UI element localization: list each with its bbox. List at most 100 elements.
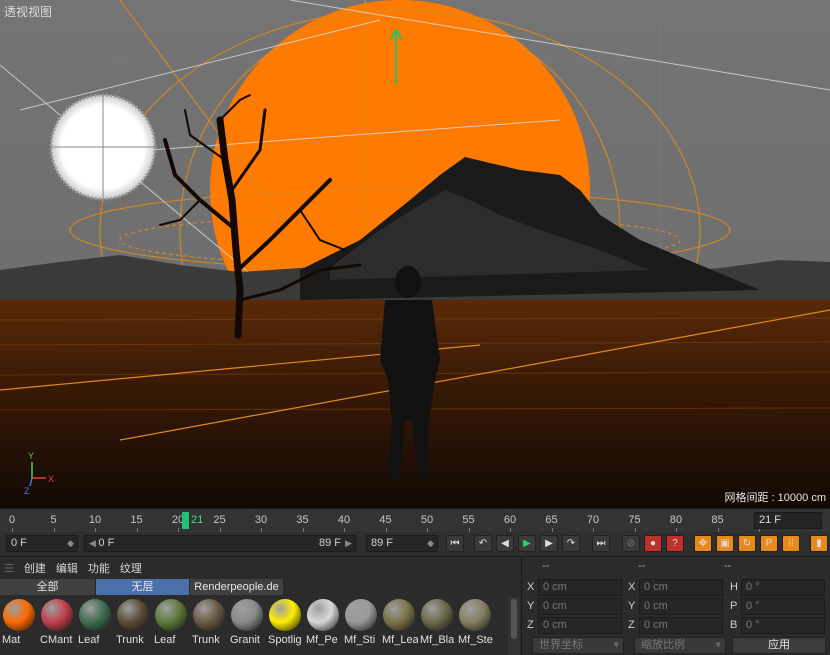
film-strip-button[interactable]: ▮ <box>810 535 828 552</box>
timeline-tick-label: 35 <box>296 514 309 526</box>
position-axis-label: Z <box>527 619 534 631</box>
material-preview-ball <box>345 599 377 631</box>
transport-bar: 0 F ◆ ◀ 0 F 89 F ▶ 89 F ◆ ⏮ ↶ ◀ ▶ ▶ ↷ ⏭ ⊘ ●… <box>0 532 830 556</box>
menu-texture[interactable]: 纹理 <box>120 560 142 576</box>
coordinates-manager: -- -- -- X0 cm X 0 cm H 0 ° Y 0 cm Y 0 cm P 0 ° Z 0 … <box>521 556 830 655</box>
material-preview-ball <box>383 599 415 631</box>
step-back-button[interactable]: ◀ <box>496 535 514 552</box>
material-swatch[interactable]: CMant <box>38 597 75 655</box>
current-frame-field[interactable]: 21 F <box>754 512 822 529</box>
timeline-tick-label: 15 <box>130 514 143 526</box>
position-header: -- <box>542 560 550 572</box>
timeline-tick-label: 50 <box>420 514 434 526</box>
material-preview-ball <box>155 599 187 631</box>
play-button[interactable]: ▶ <box>518 535 536 552</box>
size-value-field[interactable]: 0 cm <box>639 598 723 615</box>
record-keys-button[interactable]: ⊘ <box>622 535 640 552</box>
material-label: Mat <box>2 634 21 646</box>
world-coordinates-select[interactable]: 世界坐标 ▾ <box>532 637 624 654</box>
size-header: -- <box>638 560 646 572</box>
material-label: Mf_Ste <box>458 634 493 646</box>
filter-all[interactable]: 全部 <box>0 579 96 595</box>
material-label: Leaf <box>78 634 100 646</box>
scrollbar-thumb[interactable] <box>511 599 517 639</box>
go-to-start-button[interactable]: ⏮ <box>446 535 464 552</box>
material-swatch[interactable]: Spotlig <box>266 597 303 655</box>
perspective-viewport[interactable]: Y X Z 透视视图 网格间距 : 10000 cm <box>0 0 830 508</box>
dropdown-arrow-icon: ▾ <box>613 639 619 651</box>
scale-mode-select[interactable]: 缩放比例 ▾ <box>634 637 726 654</box>
material-swatch[interactable]: Mf_Sti <box>342 597 379 655</box>
material-swatch[interactable]: Leaf <box>76 597 113 655</box>
timeline-tick-label: 10 <box>88 514 102 526</box>
end-frame-field[interactable]: 89 F ◆ <box>366 535 438 552</box>
menu-create[interactable]: 创建 <box>24 560 46 576</box>
param-key-button[interactable]: P <box>760 535 778 552</box>
menu-function[interactable]: 功能 <box>88 560 110 576</box>
timeline-tick-label: 5 <box>50 514 57 526</box>
material-swatch[interactable]: Granit <box>228 597 265 655</box>
timeline-tick-label: 40 <box>337 514 351 526</box>
next-key-button[interactable]: ↷ <box>562 535 580 552</box>
menu-edit[interactable]: 编辑 <box>56 560 78 576</box>
rotation-value-field[interactable]: 0 ° <box>741 579 825 596</box>
move-key-button[interactable]: ✥ <box>694 535 712 552</box>
material-preview-ball <box>79 599 111 631</box>
auto-key-button[interactable]: ● <box>644 535 662 552</box>
viewport-title[interactable]: 透视视图 <box>4 3 52 20</box>
previous-key-button[interactable]: ↶ <box>474 535 492 552</box>
coord-row: Y0 cm Y 0 cm P 0 ° <box>522 598 830 615</box>
range-end-label: 89 F <box>318 537 341 549</box>
current-frame-label: 21 <box>191 514 204 526</box>
material-label: Mf_Bla <box>420 634 455 646</box>
panel-grip-icon: ☰ <box>4 562 14 575</box>
material-swatch[interactable]: Mat <box>0 597 37 655</box>
position-value-field[interactable]: 0 cm <box>538 617 622 634</box>
material-swatch-list: Mat CMant Leaf Trunk Leaf Trunk Granit Spotlig M… <box>0 597 493 655</box>
material-swatch[interactable]: Mf_Lea <box>380 597 418 655</box>
material-swatch[interactable]: Leaf <box>152 597 189 655</box>
axis-x-label: X <box>48 474 54 484</box>
rotation-value-field[interactable]: 0 ° <box>741 598 825 615</box>
material-swatch[interactable]: Trunk <box>114 597 151 655</box>
material-preview-ball <box>117 599 149 631</box>
rotate-key-button[interactable]: ↻ <box>738 535 756 552</box>
size-value-field[interactable]: 0 cm <box>639 617 723 634</box>
frame-range-slider[interactable]: ◀ 0 F 89 F ▶ <box>84 535 356 552</box>
apply-button[interactable]: 应用 <box>732 637 826 654</box>
range-arrow-right-icon: ▶ <box>345 538 352 548</box>
material-preview-ball <box>307 599 339 631</box>
coord-row: X0 cm X 0 cm H 0 ° <box>522 579 830 596</box>
filter-no-layer[interactable]: 无层 <box>96 579 190 595</box>
size-value-field[interactable]: 0 cm <box>639 579 723 596</box>
stepper-icon: ◆ <box>67 538 74 548</box>
material-label: Leaf <box>154 634 176 646</box>
timeline-tick-label: 55 <box>462 514 475 526</box>
pla-key-button[interactable]: ⁞⁞ <box>782 535 800 552</box>
size-axis-label: Y <box>628 600 636 612</box>
material-manager: ☰ 创建 编辑 功能 纹理 全部 无层 Renderpeople.de Mat C… <box>0 556 520 655</box>
rotation-value-field[interactable]: 0 ° <box>741 617 825 634</box>
timeline-ruler[interactable]: 05101520253035404550556065707580859 21 2… <box>0 508 830 532</box>
range-start-label: 0 F <box>98 537 115 549</box>
material-label: Mf_Pe <box>306 634 338 646</box>
start-frame-field[interactable]: 0 F ◆ <box>6 535 78 552</box>
step-forward-button[interactable]: ▶ <box>540 535 558 552</box>
material-scrollbar[interactable] <box>508 597 520 655</box>
timeline-tick-label: 45 <box>379 514 392 526</box>
playhead-marker[interactable] <box>182 512 189 529</box>
stepper-icon: ◆ <box>427 538 434 548</box>
material-swatch[interactable]: Mf_Pe <box>304 597 341 655</box>
material-label: Trunk <box>116 634 144 646</box>
material-swatch[interactable]: Mf_Ste <box>456 597 493 655</box>
timeline-tick-label: 25 <box>213 514 226 526</box>
position-value-field[interactable]: 0 cm <box>538 598 622 615</box>
position-value-field[interactable]: 0 cm <box>538 579 622 596</box>
material-swatch[interactable]: Mf_Bla <box>418 597 455 655</box>
material-label: Mf_Sti <box>344 634 376 646</box>
material-swatch[interactable]: Trunk <box>190 597 227 655</box>
filter-renderpeople[interactable]: Renderpeople.de <box>190 579 284 595</box>
go-to-end-button[interactable]: ⏭ <box>592 535 610 552</box>
scale-key-button[interactable]: ▣ <box>716 535 734 552</box>
keyframe-selection-button[interactable]: ? <box>666 535 684 552</box>
